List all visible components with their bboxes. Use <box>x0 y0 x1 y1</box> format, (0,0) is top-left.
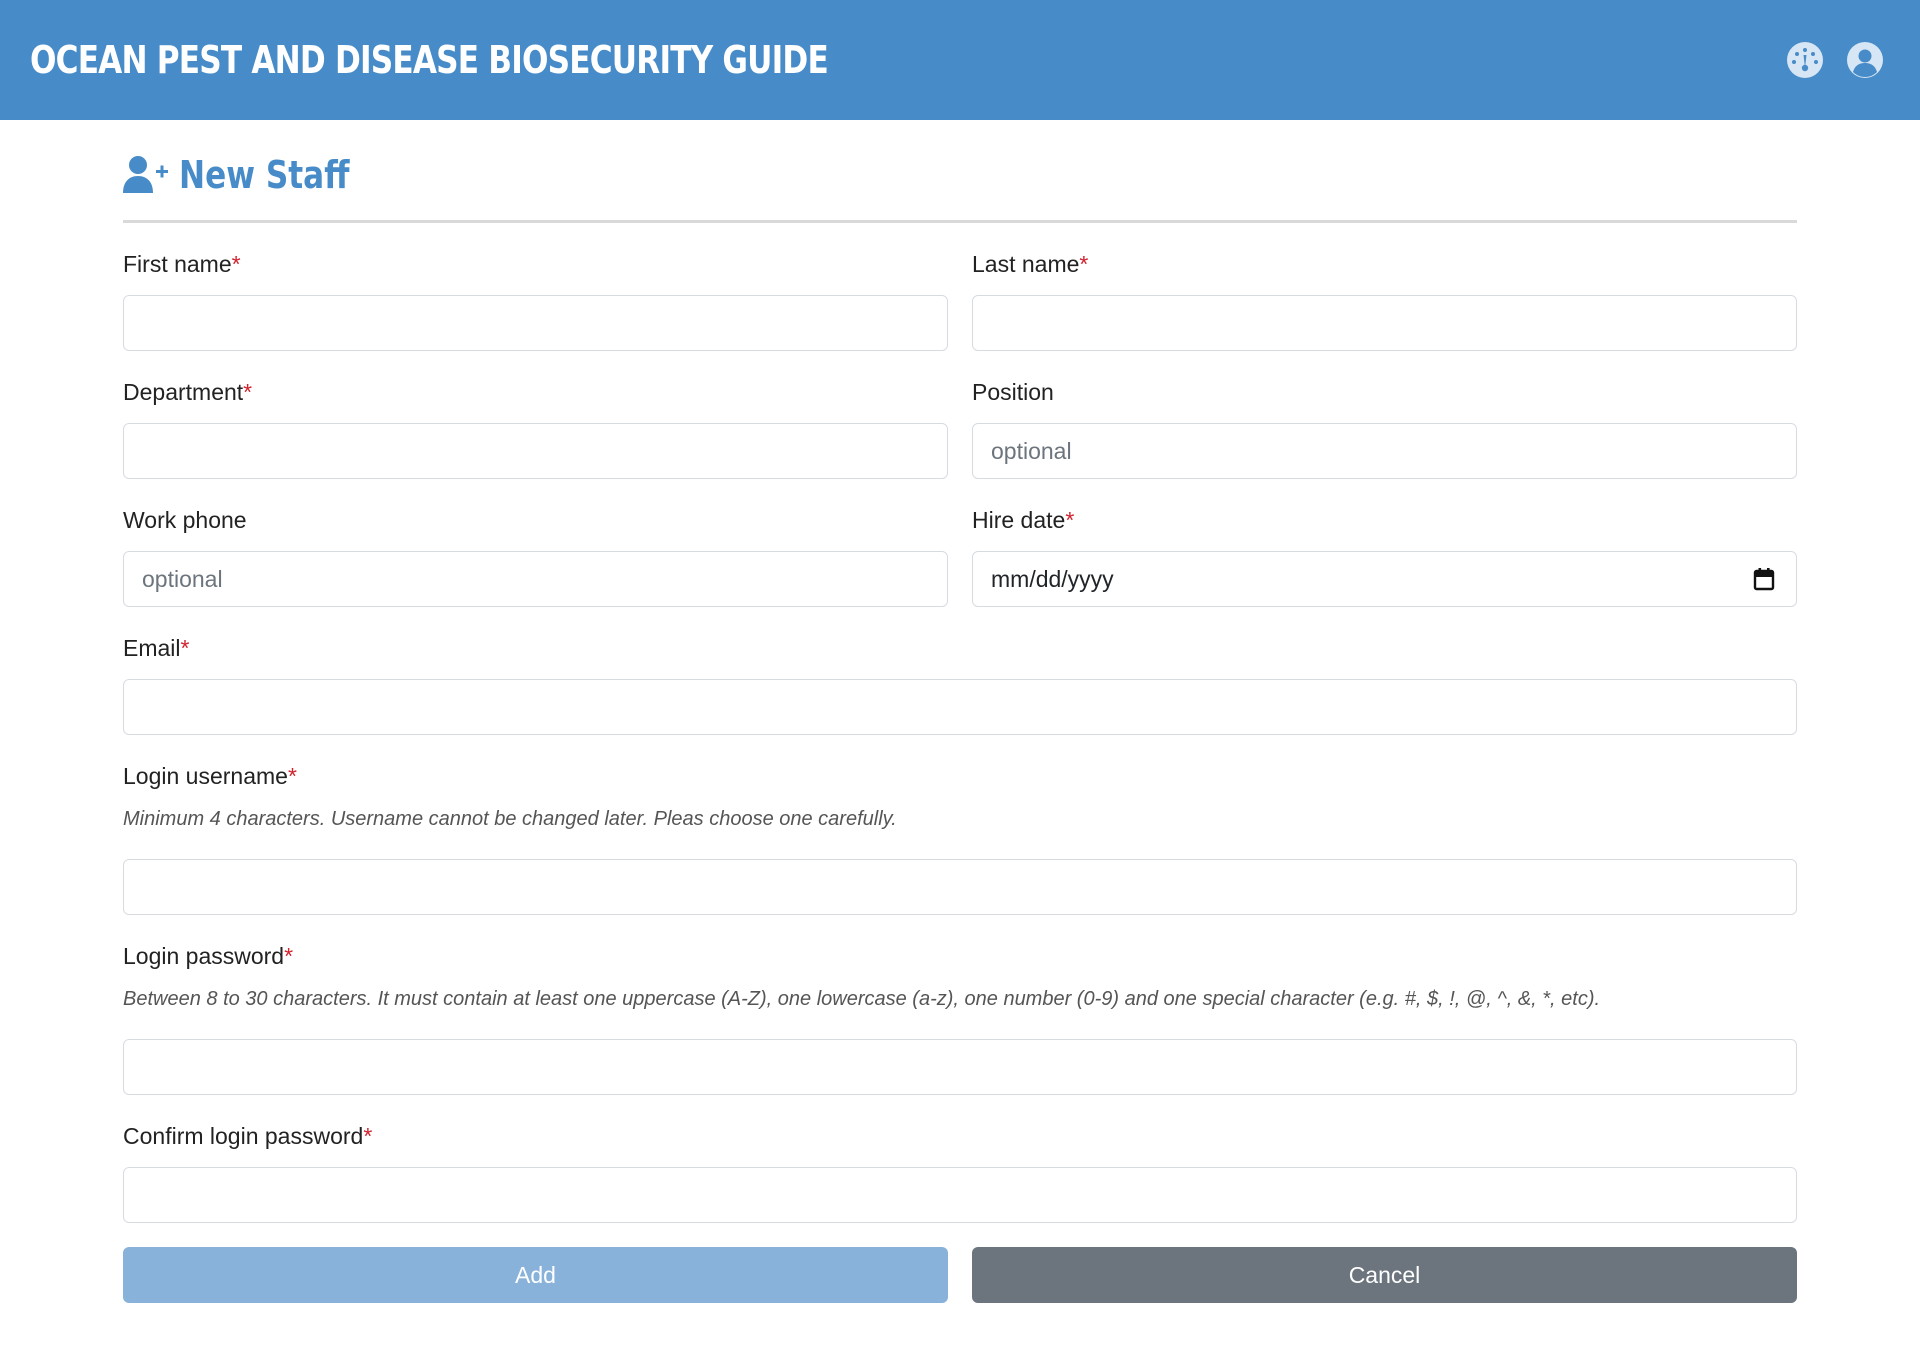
username-field: Login username* Minimum 4 characters. Us… <box>123 763 1797 915</box>
position-field: Position <box>972 351 1797 479</box>
app-title[interactable]: OCEAN PEST AND DISEASE BIOSECURITY GUIDE <box>30 38 829 82</box>
position-input[interactable] <box>972 423 1797 479</box>
required-marker: * <box>287 763 297 789</box>
confirm-password-label: Confirm login password* <box>123 1123 373 1149</box>
first-name-field: First name* <box>123 223 948 351</box>
required-marker: * <box>1079 251 1089 277</box>
email-field: Email* <box>123 635 1797 735</box>
department-input[interactable] <box>123 423 948 479</box>
main-content: New Staff First name* Last name* Departm… <box>123 120 1797 1303</box>
add-button[interactable]: Add <box>123 1247 948 1303</box>
phone-date-row: Work phone Hire date* mm/dd/yyyy <box>123 479 1797 607</box>
hire-date-wrapper: mm/dd/yyyy <box>972 551 1797 607</box>
page-title: New Staff <box>179 153 350 197</box>
email-label: Email* <box>123 635 190 661</box>
calendar-icon[interactable] <box>1753 567 1775 591</box>
required-marker: * <box>243 379 253 405</box>
work-phone-field: Work phone <box>123 479 948 607</box>
confirm-password-input[interactable] <box>123 1167 1797 1223</box>
last-name-field: Last name* <box>972 223 1797 351</box>
form-buttons: Add Cancel <box>123 1247 1797 1303</box>
username-hint: Minimum 4 characters. Username cannot be… <box>123 808 897 830</box>
required-marker: * <box>363 1123 373 1149</box>
username-label: Login username* <box>123 763 297 789</box>
work-phone-input[interactable] <box>123 551 948 607</box>
user-account-icon[interactable] <box>1846 41 1884 79</box>
last-name-input[interactable] <box>972 295 1797 351</box>
required-marker: * <box>231 251 241 277</box>
password-field: Login password* Between 8 to 30 characte… <box>123 943 1797 1095</box>
position-label: Position <box>972 379 1054 405</box>
first-name-label: First name* <box>123 251 241 277</box>
required-marker: * <box>1065 507 1075 533</box>
user-plus-icon <box>123 156 168 193</box>
password-input[interactable] <box>123 1039 1797 1095</box>
required-marker: * <box>180 635 190 661</box>
hire-date-field: Hire date* mm/dd/yyyy <box>972 479 1797 607</box>
topbar-icons <box>1786 41 1884 79</box>
first-name-input[interactable] <box>123 295 948 351</box>
confirm-password-field: Confirm login password* <box>123 1123 1797 1223</box>
password-label: Login password* <box>123 943 294 969</box>
password-hint: Between 8 to 30 characters. It must cont… <box>123 988 1601 1010</box>
page-heading: New Staff <box>123 120 1797 223</box>
department-field: Department* <box>123 351 948 479</box>
username-input[interactable] <box>123 859 1797 915</box>
hire-date-input[interactable] <box>972 551 1797 607</box>
dashboard-icon[interactable] <box>1786 41 1824 79</box>
work-phone-label: Work phone <box>123 507 247 533</box>
name-row: First name* Last name* <box>123 223 1797 351</box>
email-input[interactable] <box>123 679 1797 735</box>
cancel-button[interactable]: Cancel <box>972 1247 1797 1303</box>
required-marker: * <box>284 943 294 969</box>
department-label: Department* <box>123 379 253 405</box>
last-name-label: Last name* <box>972 251 1089 277</box>
hire-date-label: Hire date* <box>972 507 1075 533</box>
top-navbar: OCEAN PEST AND DISEASE BIOSECURITY GUIDE <box>0 0 1920 120</box>
department-row: Department* Position <box>123 351 1797 479</box>
